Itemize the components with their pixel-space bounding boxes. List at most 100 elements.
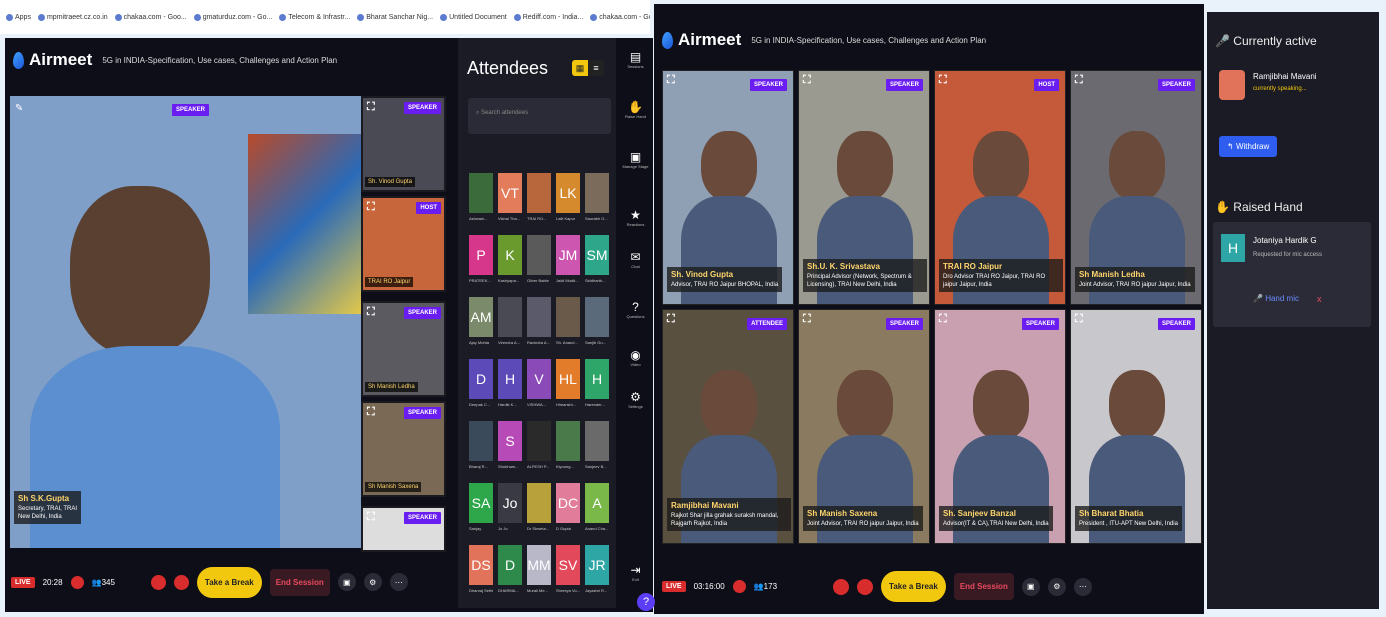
camera-off-button[interactable] (173, 574, 189, 590)
fullscreen-icon[interactable]: ⛶ (1075, 313, 1083, 326)
speaker-tile: ⛶ SPEAKER Sh Manish Saxena (361, 401, 446, 497)
fullscreen-icon[interactable]: ⛶ (367, 511, 375, 524)
list-view-icon[interactable]: ≡ (588, 60, 604, 76)
attendee-tile[interactable]: H Harender... (585, 359, 609, 416)
bookmark-item[interactable]: chakaa.com - Goo... (590, 13, 650, 21)
rail-item[interactable]: ⇥ Exit (618, 563, 653, 582)
mic-off-button[interactable] (150, 574, 166, 590)
attendee-tile[interactable]: Sanjeev B... (585, 421, 609, 478)
rail-item[interactable]: ★ Reactions (618, 208, 653, 227)
attendee-tile[interactable]: Jo Jo Jo (498, 483, 522, 540)
attendee-tile[interactable]: V VISHWA... (527, 359, 551, 416)
attendee-tile[interactable]: SA Sanjay (469, 483, 493, 540)
role-badge: SPEAKER (885, 318, 923, 330)
fullscreen-icon[interactable]: ⛶ (667, 313, 675, 326)
bookmark-item[interactable]: Untitled Document (440, 13, 507, 21)
speaker-tile: ⛶ SPEAKER Sh.U. K. Srivastava Principal Adv… (798, 70, 930, 305)
rail-item[interactable]: ◉ Video (618, 348, 653, 367)
attendee-name: Lalit Kapur (556, 216, 576, 221)
fullscreen-icon[interactable]: ⛶ (939, 313, 947, 326)
bookmark-item[interactable]: Rediff.com - India... (513, 13, 583, 21)
fullscreen-icon[interactable]: ⛶ (803, 74, 811, 87)
attendee-tile[interactable]: SM Siddharth... (585, 235, 609, 292)
attendee-name: D Gupta (556, 526, 571, 531)
more-icon[interactable]: ⋯ (1073, 577, 1092, 596)
more-icon[interactable]: ⋯ (389, 573, 408, 591)
attendee-tile[interactable]: MM Murali Me... (527, 545, 551, 602)
attendee-tile[interactable]: Sh. Anand... (556, 297, 580, 354)
bookmark-item[interactable]: Telecom & Infrastr... (279, 13, 350, 21)
attendee-tile[interactable]: A Anand Cha... (585, 483, 609, 540)
attendee-tile[interactable]: D DHARMA... (498, 545, 522, 602)
attendee-tile[interactable]: Kiyoung... (556, 421, 580, 478)
rail-item[interactable]: ✋ Raise Hand (618, 100, 653, 119)
screen-share-icon[interactable]: ▣ (337, 573, 356, 591)
help-icon[interactable]: ? (637, 593, 655, 611)
attendee-tile[interactable]: Dr Shweta... (527, 483, 551, 540)
fullscreen-icon[interactable]: ⛶ (367, 406, 375, 419)
bookmark-icon (37, 13, 45, 21)
role-badge: HOST (1034, 79, 1059, 91)
pencil-icon[interactable]: ✎ (15, 103, 23, 114)
attendee-tile[interactable]: TRAI RO... (527, 173, 551, 230)
end-session-button[interactable]: End Session (269, 568, 330, 596)
bookmark-item[interactable]: chakaa.com - Goo... (114, 13, 187, 21)
attendee-tile[interactable]: S Shubham... (498, 421, 522, 478)
camera-off-button[interactable] (857, 578, 874, 595)
rail-item[interactable]: ▤ Sessions (618, 50, 653, 69)
rail-item[interactable]: ✉ Chat (618, 250, 653, 269)
bookmark-item[interactable]: Apps (6, 13, 31, 21)
fullscreen-icon[interactable]: ⛶ (367, 101, 375, 114)
attendee-tile[interactable]: Bharaj R... (469, 421, 493, 478)
attendee-tile[interactable]: ALPESH P... (527, 421, 551, 478)
attendee-tile[interactable]: LK Lalit Kapur (556, 173, 580, 230)
hand-mic-button[interactable]: 🎤 Hand mic (1253, 294, 1299, 303)
rail-item[interactable]: ⚙ Settings (618, 390, 653, 409)
attendee-tile[interactable]: Saurabh G... (585, 173, 609, 230)
attendee-tile[interactable]: K Kashyapa... (498, 235, 522, 292)
attendee-tile[interactable]: H Hardik K... (498, 359, 522, 416)
fullscreen-icon[interactable]: ⛶ (667, 74, 675, 87)
attendee-tile[interactable]: Virendra A... (498, 297, 522, 354)
bookmark-label: Untitled Document (449, 13, 507, 21)
attendee-tile[interactable]: DS Dhanraj Sethi (469, 545, 493, 602)
bookmark-item[interactable]: gmaturduz.com - Go... (193, 13, 272, 21)
fullscreen-icon[interactable]: ⛶ (803, 313, 811, 326)
take-break-button[interactable]: Take a Break (196, 566, 262, 598)
attendee-tile[interactable]: DC D Gupta (556, 483, 580, 540)
mic-off-button[interactable] (833, 578, 850, 595)
attendee-tile[interactable]: JM Jaidi Mudit... (556, 235, 580, 292)
grid-view-icon[interactable]: ▦ (572, 60, 588, 76)
attendee-tile[interactable]: VT Vishal Tha... (498, 173, 522, 230)
take-break-button[interactable]: Take a Break (881, 571, 946, 602)
attendee-tile[interactable]: AM Ajay Mohta (469, 297, 493, 354)
attendee-tile[interactable]: D Deepak C... (469, 359, 493, 416)
fullscreen-icon[interactable]: ⛶ (367, 306, 375, 319)
attendee-tile[interactable]: Oliver Bable (527, 235, 551, 292)
end-session-button[interactable]: End Session (953, 573, 1014, 600)
attendee-name: Jaidi Mudit... (556, 278, 579, 283)
dismiss-button[interactable]: x (1317, 294, 1322, 304)
attendee-tile[interactable]: Ravindra A... (527, 297, 551, 354)
people-icon: 👥 (753, 582, 764, 591)
settings-icon[interactable]: ⚙ (1047, 577, 1066, 596)
attendee-tile[interactable]: Sanjib Gu... (585, 297, 609, 354)
rail-item[interactable]: ▣ Manage Stage (618, 150, 653, 169)
attendee-tile[interactable]: SV Shreeya Vo... (556, 545, 580, 602)
withdraw-button[interactable]: ↰ Withdraw (1219, 136, 1278, 157)
rail-item[interactable]: ? Questions (618, 300, 653, 319)
attendee-tile[interactable]: HL Himanshi... (556, 359, 580, 416)
settings-icon[interactable]: ⚙ (363, 573, 382, 591)
fullscreen-icon[interactable]: ⛶ (939, 74, 947, 87)
attendee-tile[interactable]: P PRATEEK... (469, 235, 493, 292)
fullscreen-icon[interactable]: ⛶ (1075, 74, 1083, 87)
attendee-tile[interactable]: Ashwani... (469, 173, 493, 230)
bookmark-item[interactable]: mpmitraeet.cz.co.in (37, 13, 108, 21)
attendee-tile[interactable]: JR Jayashri R... (585, 545, 609, 602)
fullscreen-icon[interactable]: ⛶ (367, 201, 375, 214)
attendee-search-input[interactable]: ⌕ Search attendees (468, 98, 611, 134)
role-badge: ATTENDEE (747, 318, 787, 330)
bookmark-item[interactable]: Bharat Sanchar Nig... (357, 13, 433, 21)
attendee-avatar: JM (556, 235, 580, 275)
screen-share-icon[interactable]: ▣ (1021, 577, 1040, 596)
